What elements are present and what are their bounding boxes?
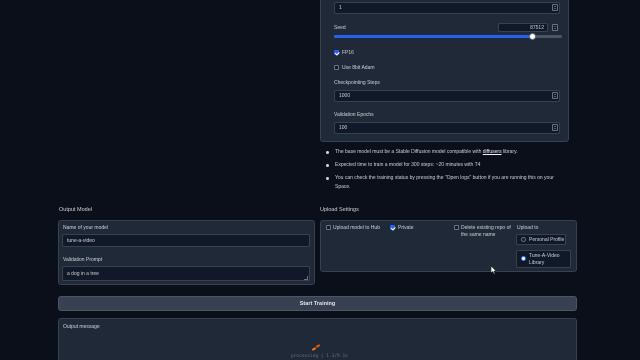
loading-spinner-icon — [312, 344, 321, 351]
delete-repo-label-2: the same name — [461, 232, 496, 238]
radio-personal-profile[interactable] — [521, 237, 526, 242]
max-steps-value: 1 — [339, 5, 342, 11]
output-model-title: Output Model — [59, 207, 93, 213]
validation-epochs-value: 100 — [339, 125, 348, 131]
radio-library[interactable] — [521, 256, 526, 261]
checkpointing-label: Checkpointing Steps — [334, 80, 380, 86]
info-line-3b: Space. — [335, 184, 351, 190]
output-message-label: Output message — [63, 324, 100, 330]
info-line-1: The base model must be a Stable Diffusio… — [335, 148, 518, 157]
max-steps-input[interactable]: 1 — [334, 2, 560, 14]
info-bullet-1 — [326, 151, 329, 154]
output-status-text: processing | 1.3/9.1s — [291, 354, 348, 359]
max-steps-stepper[interactable] — [552, 4, 558, 11]
validation-epochs-label: Validation Epochs — [334, 112, 374, 118]
seed-slider-track[interactable] — [334, 33, 562, 40]
adam-checkbox[interactable] — [334, 65, 339, 70]
model-name-value: tune-a-video — [67, 237, 95, 244]
fp16-label: FP16 — [342, 50, 354, 56]
mouse-cursor-icon — [491, 266, 497, 275]
start-training-button[interactable]: Start Training — [58, 296, 577, 311]
private-checkbox[interactable] — [390, 225, 395, 230]
model-name-input[interactable]: tune-a-video — [62, 234, 310, 247]
info-line-3a: You can check the training status by pre… — [335, 175, 554, 181]
validation-prompt-label: Validation Prompt — [63, 257, 103, 263]
diffusers-link[interactable]: diffusers — [483, 149, 502, 155]
validation-prompt-input[interactable]: a dog in a tree — [62, 266, 310, 281]
fp16-checkbox[interactable] — [334, 50, 339, 55]
delete-repo-checkbox[interactable] — [454, 225, 459, 230]
checkpointing-value: 1000 — [339, 93, 351, 99]
seed-label: Seed — [334, 25, 346, 31]
upload-to-hub-label: Upload model to Hub — [333, 225, 380, 231]
adam-label: Use 8bit Adam — [342, 65, 375, 71]
option-personal-label: Personal Profile — [529, 237, 565, 243]
delete-repo-label-1: Delete existing repo of — [461, 225, 511, 231]
checkpointing-input[interactable]: 1000 — [334, 90, 560, 102]
seed-slider-thumb[interactable] — [528, 33, 536, 40]
textarea-resize-handle[interactable] — [304, 276, 308, 280]
validation-prompt-value: a dog in a tree — [67, 270, 99, 277]
model-name-label: Name of your model — [63, 225, 109, 231]
info-line-2: Expected time to train a model for 300 s… — [335, 162, 481, 168]
info-bullet-3 — [326, 177, 329, 180]
upload-to-label: Upload to — [517, 225, 539, 231]
info-line-1-prefix: The base model must be a Stable Diffusio… — [335, 149, 483, 155]
validation-epochs-input[interactable]: 100 — [334, 122, 560, 134]
option-library-label-2: Library — [529, 260, 545, 266]
upload-to-hub-checkbox[interactable] — [326, 225, 331, 230]
seed-stepper[interactable] — [552, 24, 558, 31]
training-settings-panel — [320, 0, 569, 142]
info-line-1-suffix: library. — [501, 149, 518, 155]
seed-slider-fill — [334, 35, 533, 38]
seed-value: 87512 — [530, 24, 544, 31]
info-bullet-2 — [326, 164, 329, 167]
private-label: Private — [398, 225, 414, 231]
seed-number-input[interactable]: 87512 — [498, 23, 548, 32]
checkpointing-stepper[interactable] — [552, 92, 558, 99]
start-training-label: Start Training — [299, 300, 336, 307]
option-library-label-1: Tune-A-Video — [529, 253, 560, 259]
upload-settings-title: Upload Settings — [320, 207, 359, 213]
validation-epochs-stepper[interactable] — [552, 124, 558, 131]
